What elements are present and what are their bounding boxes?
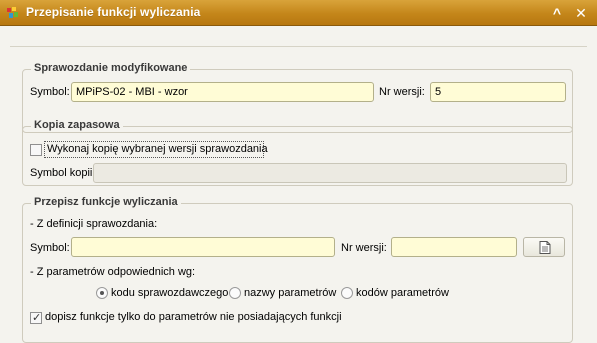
version-label: Nr wersji: — [379, 86, 425, 98]
radio-nazwy-parametrow-label[interactable]: nazwy parametrów — [244, 287, 336, 299]
browse-button[interactable] — [523, 237, 565, 257]
version-field[interactable]: 5 — [430, 82, 566, 102]
symbol-label: Symbol: — [30, 86, 70, 98]
app-icon — [7, 7, 18, 18]
radio-kodow-parametrow[interactable] — [341, 287, 353, 299]
symbol-field[interactable]: MPiPS-02 - MBI - wzor — [71, 82, 374, 102]
title-bar: Przepisanie funkcji wyliczania ^ ✕ — [0, 0, 597, 26]
backup-checkbox[interactable] — [30, 144, 42, 156]
window-title: Przepisanie funkcji wyliczania — [26, 5, 201, 19]
group-sprawozdanie-legend: Sprawozdanie modyfikowane — [31, 62, 191, 74]
backup-symbol-label: Symbol kopii: — [30, 167, 96, 179]
def-symbol-label: Symbol: — [30, 242, 70, 254]
from-definition-label: - Z definicji sprawozdania: — [30, 218, 158, 230]
group-kopia-legend: Kopia zapasowa — [31, 119, 123, 131]
document-icon — [539, 241, 551, 254]
dialog-body: Sprawozdanie modyfikowane Symbol: MPiPS-… — [0, 26, 597, 343]
close-icon[interactable]: ✕ — [572, 4, 590, 22]
backup-checkbox-label[interactable]: Wykonaj kopię wybranej wersji sprawozdan… — [47, 143, 268, 155]
checkmark-icon: ✓ — [32, 312, 42, 324]
radio-kod-sprawozdawczy-label[interactable]: kodu sprawozdawczego — [111, 287, 228, 299]
divider — [10, 46, 587, 47]
radio-kodow-parametrow-label[interactable]: kodów parametrów — [356, 287, 449, 299]
group-przepisz: Przepisz funkcje wyliczania - Z definicj… — [22, 196, 573, 343]
def-symbol-field[interactable] — [71, 237, 335, 257]
radio-kod-sprawozdawczy[interactable] — [96, 287, 108, 299]
radio-nazwy-parametrow[interactable] — [229, 287, 241, 299]
group-kopia: Kopia zapasowa Wykonaj kopię wybranej we… — [22, 119, 573, 186]
def-version-field[interactable] — [391, 237, 517, 257]
collapse-icon[interactable]: ^ — [548, 4, 566, 22]
append-checkbox[interactable]: ✓ — [30, 312, 42, 324]
group-przepisz-legend: Przepisz funkcje wyliczania — [31, 196, 181, 208]
def-version-label: Nr wersji: — [341, 242, 387, 254]
params-label: - Z parametrów odpowiednich wg: — [30, 266, 196, 278]
backup-symbol-field[interactable] — [93, 163, 567, 183]
append-checkbox-label[interactable]: dopisz funkcje tylko do parametrów nie p… — [45, 311, 342, 323]
